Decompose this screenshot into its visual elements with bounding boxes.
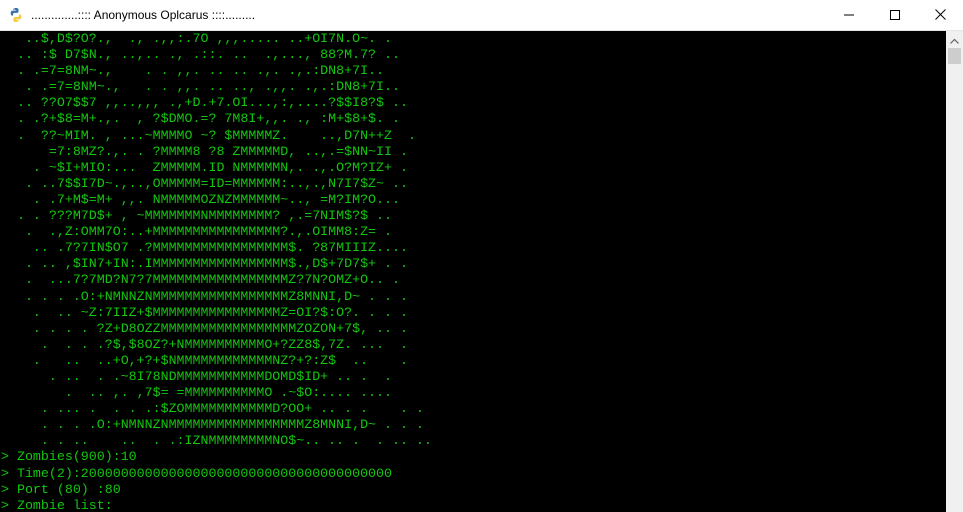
- python-icon: [8, 7, 24, 23]
- prompt-port: > Port (80) :80: [1, 481, 121, 497]
- console-window: ..............:::: Anonymous Oplcarus ::…: [0, 0, 963, 512]
- minimize-icon: [844, 7, 854, 25]
- ascii-line: . . . .O:+NMNNZNMMMMMMMMMMMMMMMMMZ8MNNI,…: [1, 417, 424, 433]
- ascii-art: ..$,D$?O?., ., .,,:.7O ,,,..... ..+OI7N.…: [0, 31, 946, 512]
- ascii-line: . .=7=8NM~., . . ,,. .. .. .,. .,.:DN8+7…: [1, 63, 385, 79]
- vertical-scrollbar[interactable]: [946, 31, 963, 512]
- ascii-line: . ??~MIM. , ...~MMMMO ~? $MMMMMZ. ..,D7N…: [1, 127, 416, 143]
- prompt-zombie-list: > Zombie list:: [1, 497, 113, 512]
- scroll-up-button[interactable]: [946, 31, 963, 48]
- ascii-line: . .. ..+O,+?+$NMMMMMMMMMMMMNZ?+?:Z$ .. .: [1, 352, 408, 368]
- ascii-line: .. .7?7IN$O7 .?MMMMMMMMMMMMMMMMM$. ?87MI…: [1, 240, 408, 256]
- prompt-time: > Time(2):200000000000000000000000000000…: [1, 465, 392, 481]
- maximize-button[interactable]: [872, 0, 918, 31]
- ascii-line: . ~$I+MIO:... ZMMMMM.ID NMMMMMN,. .,.O?M…: [1, 159, 408, 175]
- ascii-line: . . ???M7D$+ , ~MMMMMMMNMMMMMMMM? ,.=7NI…: [1, 208, 392, 224]
- ascii-line: .. ??O7$$7 ,,..,,, .,+D.+7.OI...,:,....?…: [1, 95, 408, 111]
- close-button[interactable]: [917, 0, 963, 31]
- prompt-zombies: > Zombies(900):10: [1, 449, 137, 465]
- window-title: ..............:::: Anonymous Oplcarus ::…: [31, 8, 256, 22]
- ascii-line: . .=7=8NM~., . . ,,. .. .., .,,. .,.:DN8…: [1, 79, 400, 95]
- ascii-line: =7:8MZ?.,. . ?MMMM8 ?8 ZMMMMMD, ..,.=$NN…: [1, 143, 408, 159]
- ascii-line: . .. ,. ,7$= =MMMMMMMMMMO .~$O:.... ....: [1, 385, 392, 401]
- close-icon: [934, 7, 946, 25]
- ascii-line: . .. ~Z:7IIZ+$MMMMMMMMMMMMMMMMZ=OI?$:O?.…: [1, 304, 408, 320]
- ascii-line: . .?+$8=M+.,. , ?$DMO.=? 7M8I+,,. ., :M+…: [1, 111, 400, 127]
- title-bar[interactable]: ..............:::: Anonymous Oplcarus ::…: [0, 0, 963, 31]
- ascii-line: . ..7$$I7D~.,..,OMMMMM=ID=MMMMMM:..,.,N7…: [1, 175, 408, 191]
- ascii-line: . . . . ?Z+D8OZZMMMMMMMMMMMMMMMMMZOZON+7…: [1, 320, 408, 336]
- ascii-line: . . .. .. . .:IZNMMMMMMMMNO$~.. .. . . .…: [1, 433, 432, 449]
- ascii-line: .. :$ D7$N., ..,.. ., .::. .. .,..., 88?…: [1, 47, 400, 63]
- ascii-line: . . . .O:+NMNNZNMMMMMMMMMMMMMMMMMZ8MNNI,…: [1, 288, 408, 304]
- ascii-line: . . . .?$,$8OZ?+NMMMMMMMMMMO+?ZZ8$,7Z. .…: [1, 336, 408, 352]
- ascii-line: . .. . .~8I78NDMMMMMMMMMMMDOMD$ID+ .. . …: [1, 368, 392, 384]
- ascii-line: . .,Z:OMM7O:..+MMMMMMMMMMMMMMMM?.,.OIMM8…: [1, 224, 392, 240]
- ascii-line: . ...7?7MD?N7?7MMMMMMMMMMMMMMMMMZ?7N?OMZ…: [1, 272, 400, 288]
- scroll-up-arrow-icon: [950, 31, 959, 49]
- maximize-icon: [890, 7, 900, 25]
- ascii-line: . ... . . . .:$ZOMMMMMMMMMMMD?OO+ .. . .…: [1, 401, 424, 417]
- scroll-thumb[interactable]: [948, 48, 961, 64]
- minimize-button[interactable]: [826, 0, 872, 31]
- ascii-line: ..$,D$?O?., ., .,,:.7O ,,,..... ..+OI7N.…: [1, 31, 392, 46]
- ascii-line: . .7+M$=M+ ,,. NMMMMMOZNZMMMMMM~.., =M?I…: [1, 191, 400, 207]
- ascii-line: . .. ,$IN7+IN:.IMMMMMMMMMMMMMMMMM$.,D$+7…: [1, 256, 408, 272]
- console-output[interactable]: ..$,D$?O?., ., .,,:.7O ,,,..... ..+OI7N.…: [0, 31, 946, 512]
